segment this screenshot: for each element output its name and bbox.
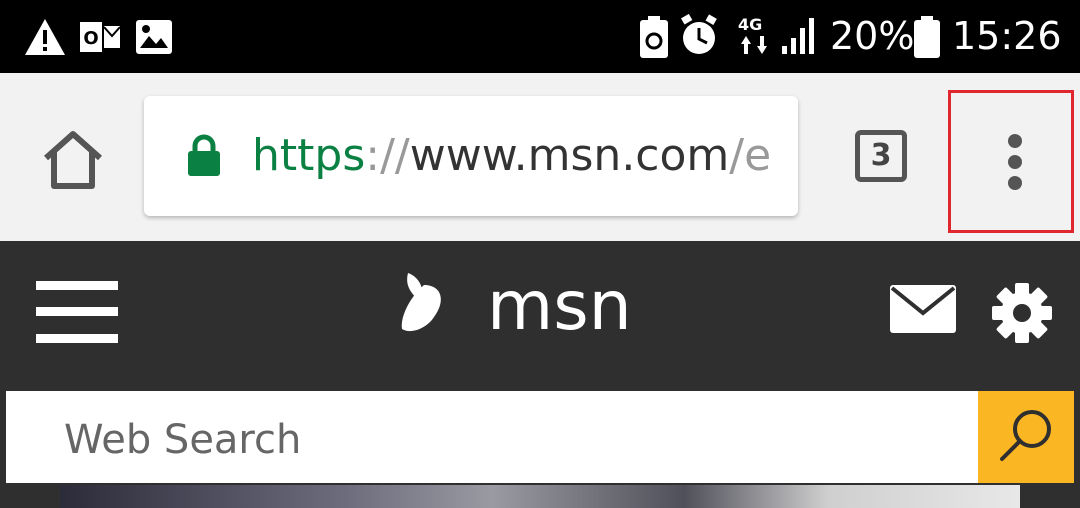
- home-button[interactable]: [40, 128, 106, 194]
- clock: 15:26: [952, 14, 1062, 58]
- home-icon: [44, 131, 102, 189]
- status-bar: O 4G 20% 15:26: [0, 0, 1080, 73]
- settings-icon[interactable]: [990, 281, 1054, 350]
- svg-text:O: O: [83, 28, 98, 49]
- butterfly-icon: [398, 271, 446, 340]
- network-type-label: 4G: [738, 15, 762, 34]
- overflow-menu-button[interactable]: [948, 90, 1074, 233]
- search-placeholder: Web Search: [64, 417, 302, 463]
- gallery-icon: [136, 20, 172, 59]
- mail-icon[interactable]: [890, 285, 956, 338]
- web-search-input[interactable]: Web Search: [6, 391, 978, 483]
- battery-saver-icon: [640, 16, 668, 63]
- msn-logo-text: msn: [487, 267, 632, 346]
- address-bar[interactable]: https://www.msn.com/e: [144, 96, 798, 216]
- hero-image[interactable]: [60, 485, 1020, 508]
- tab-switcher-button[interactable]: 3: [855, 130, 907, 182]
- msn-header: msn: [0, 241, 1080, 389]
- 4g-data-icon: 4G: [738, 14, 774, 63]
- search-button[interactable]: [978, 391, 1074, 483]
- battery-percent: 20%: [830, 14, 915, 58]
- search-bar: Web Search: [0, 389, 1080, 485]
- alarm-icon: [680, 13, 718, 63]
- url-path: /e: [729, 130, 772, 181]
- battery-icon: [914, 16, 940, 63]
- outlook-icon: O: [80, 20, 121, 59]
- browser-toolbar: https://www.msn.com/e 3: [0, 73, 1080, 241]
- search-icon: [1000, 410, 1051, 461]
- warning-icon: [24, 18, 66, 61]
- signal-icon: [780, 16, 820, 61]
- lock-icon: [188, 134, 220, 181]
- menu-icon[interactable]: [36, 281, 118, 343]
- url-host: www.msn.com: [409, 130, 730, 181]
- url-text: https://www.msn.com/e: [252, 130, 771, 182]
- content-area: [0, 485, 1080, 508]
- url-separator: ://: [365, 130, 410, 181]
- url-scheme: https: [252, 130, 366, 181]
- tab-count: 3: [870, 138, 892, 173]
